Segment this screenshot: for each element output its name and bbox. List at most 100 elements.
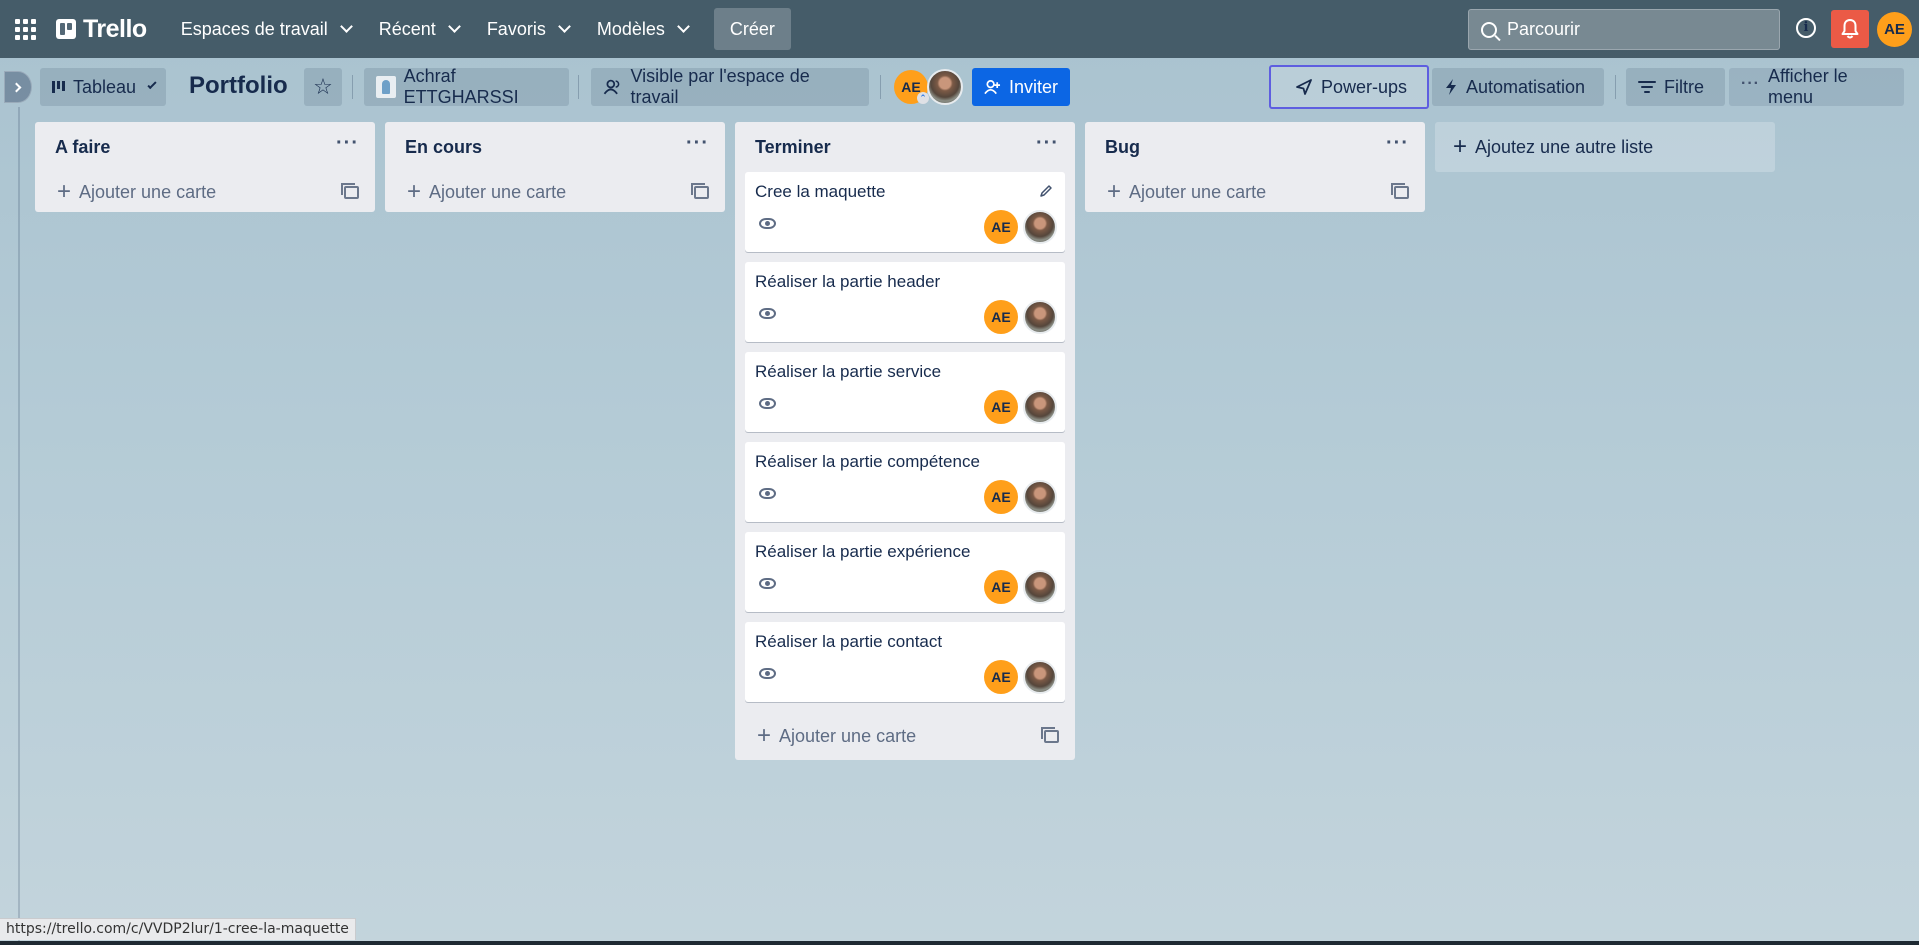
list-header: A faire ··· [35, 122, 375, 172]
admin-badge-icon: ⌃ [917, 92, 929, 104]
chevron-down-icon [557, 20, 571, 33]
workspace-button[interactable]: Achraf ETTGHARSSI [364, 66, 569, 107]
user-avatar[interactable]: AE [1877, 12, 1912, 47]
card[interactable]: Cree la maquette AE [745, 172, 1065, 252]
bell-icon [1841, 19, 1859, 39]
card-title: Réaliser la partie contact [755, 632, 943, 651]
list-actions-icon[interactable]: ··· [1036, 133, 1059, 153]
card[interactable]: Réaliser la partie contact AE [745, 622, 1065, 702]
filter-button[interactable]: Filtre [1626, 68, 1725, 106]
list-en-cours: En cours ··· + Ajouter une carte [385, 122, 725, 212]
divider [352, 75, 353, 99]
member-avatar[interactable]: AE [984, 660, 1018, 694]
board-title[interactable]: Portfolio [189, 72, 288, 100]
list-title[interactable]: A faire [55, 137, 110, 158]
add-card-label: Ajouter une carte [1129, 181, 1267, 202]
card-template-icon[interactable] [341, 182, 359, 199]
add-list-label: Ajoutez une autre liste [1475, 136, 1654, 157]
star-board-button[interactable]: ☆ [304, 68, 342, 106]
sidebar-toggle-button[interactable] [4, 71, 32, 103]
card[interactable]: Réaliser la partie expérience AE [745, 532, 1065, 612]
eye-icon [759, 308, 776, 319]
add-card-button[interactable]: + Ajouter une carte [757, 724, 916, 748]
invite-button[interactable]: Inviter [972, 68, 1070, 106]
workspace-avatar [376, 76, 396, 98]
member-photo-avatar[interactable] [1023, 660, 1057, 694]
card-title: Cree la maquette [755, 182, 886, 201]
list-title[interactable]: En cours [405, 137, 482, 158]
list-terminer: Terminer ··· Cree la maquette AE Réalise… [735, 122, 1075, 760]
notifications-button[interactable] [1831, 10, 1869, 48]
visibility-button[interactable]: Visible par l'espace de travail [591, 66, 869, 107]
card-template-icon[interactable] [691, 182, 709, 199]
member-avatar[interactable]: AE [984, 210, 1018, 244]
nav-recent[interactable]: Récent [365, 9, 473, 49]
member-photo-avatar[interactable] [1023, 300, 1057, 334]
add-card-button[interactable]: + Ajouter une carte [407, 180, 566, 204]
card[interactable]: Réaliser la partie service AE [745, 352, 1065, 432]
lightning-icon [1446, 79, 1456, 95]
board-view-icon [52, 81, 65, 93]
member-photo-avatar[interactable] [1023, 480, 1057, 514]
add-card-row: + Ajouter une carte [735, 712, 1075, 760]
trello-logo[interactable]: Trello [50, 9, 153, 49]
board-member-photo-avatar[interactable] [927, 69, 963, 105]
list-header: Terminer ··· [735, 122, 1075, 172]
show-menu-button[interactable]: ··· Afficher le menu [1729, 66, 1904, 107]
card-template-icon[interactable] [1041, 726, 1059, 743]
list-title[interactable]: Bug [1105, 137, 1140, 158]
view-label: Tableau [73, 76, 137, 97]
member-avatar[interactable]: AE [984, 390, 1018, 424]
add-user-icon [984, 80, 1001, 95]
list-actions-icon[interactable]: ··· [1386, 133, 1409, 153]
show-menu-label: Afficher le menu [1767, 66, 1848, 107]
nav-templates[interactable]: Modèles [583, 9, 702, 49]
nav-starred[interactable]: Favoris [473, 9, 583, 49]
card[interactable]: Réaliser la partie compétence AE [745, 442, 1065, 522]
power-ups-button[interactable]: Power-ups [1269, 65, 1429, 109]
filter-label: Filtre [1664, 76, 1704, 97]
list-bug: Bug ··· + Ajouter une carte [1085, 122, 1425, 212]
automation-button[interactable]: Automatisation [1432, 68, 1604, 106]
nav-starred-label: Favoris [486, 18, 546, 39]
member-avatar[interactable]: AE [984, 570, 1018, 604]
view-switcher-button[interactable]: Tableau [40, 68, 166, 106]
pencil-icon[interactable] [1039, 184, 1053, 198]
app-switcher-button[interactable] [0, 0, 50, 58]
search-icon [1481, 21, 1497, 38]
list-actions-icon[interactable]: ··· [336, 133, 359, 153]
member-avatar[interactable]: AE [984, 300, 1018, 334]
card[interactable]: Réaliser la partie header AE [745, 262, 1065, 342]
list-title[interactable]: Terminer [755, 137, 831, 158]
add-card-button[interactable]: + Ajouter une carte [57, 180, 216, 204]
member-photo-avatar[interactable] [1023, 210, 1057, 244]
chevron-down-icon [677, 20, 690, 33]
member-avatar[interactable]: AE [984, 480, 1018, 514]
card-title: Réaliser la partie service [755, 362, 942, 381]
member-photo-avatar[interactable] [1023, 570, 1057, 604]
card-members: AE [984, 390, 1057, 424]
plus-icon: + [1453, 133, 1468, 160]
nav-workspaces-label: Espaces de travail [180, 18, 328, 39]
plus-icon: + [57, 178, 72, 205]
power-ups-label: Power-ups [1321, 76, 1408, 97]
search-input[interactable]: Parcourir [1468, 9, 1780, 50]
add-card-label: Ajouter une carte [429, 181, 567, 202]
eye-icon [759, 488, 776, 499]
divider [1615, 75, 1616, 99]
add-list-button[interactable]: + Ajoutez une autre liste [1435, 122, 1775, 172]
card-members: AE [984, 480, 1057, 514]
card-template-icon[interactable] [1391, 182, 1409, 199]
list-actions-icon[interactable]: ··· [686, 133, 709, 153]
nav-recent-label: Récent [378, 18, 436, 39]
create-button[interactable]: Créer [713, 8, 791, 50]
status-bar-url: https://trello.com/c/VVDP2lur/1-cree-la-… [0, 918, 356, 940]
info-button[interactable]: i [1793, 15, 1819, 41]
chevron-right-icon [11, 82, 22, 92]
member-photo-avatar[interactable] [1023, 390, 1057, 424]
nav-workspaces[interactable]: Espaces de travail [167, 9, 365, 49]
logo-text: Trello [83, 14, 147, 43]
add-card-button[interactable]: + Ajouter une carte [1107, 180, 1266, 204]
visibility-label: Visible par l'espace de travail [630, 66, 810, 107]
chevron-down-icon [147, 79, 157, 90]
